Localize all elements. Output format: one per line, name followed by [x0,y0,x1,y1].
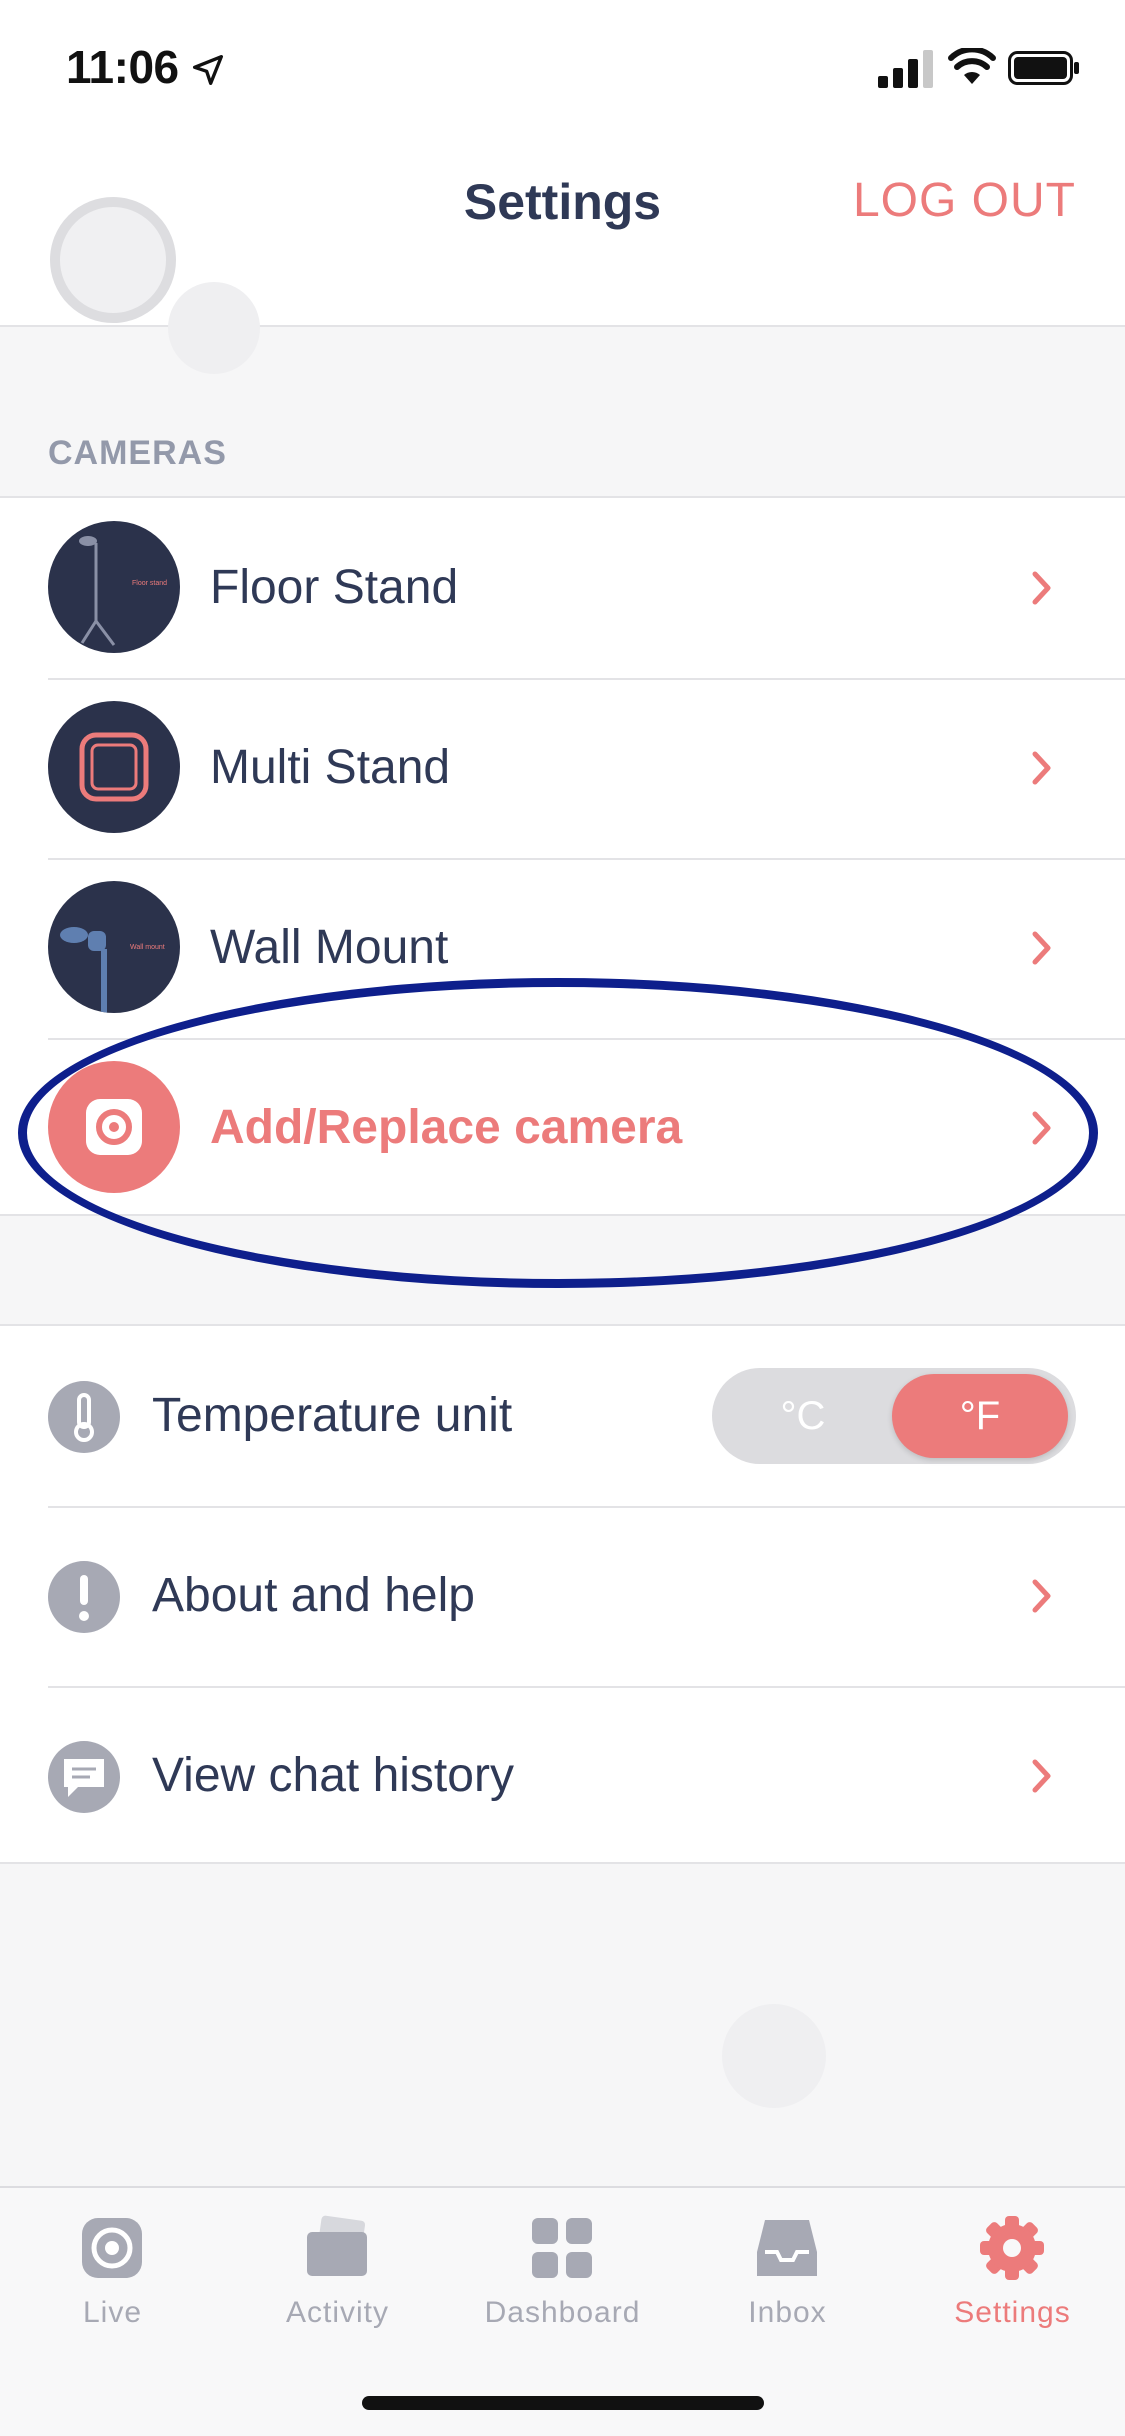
fahrenheit-option[interactable]: °F [892,1374,1068,1458]
tab-settings[interactable]: Settings [900,2188,1125,2368]
multi-stand-thumbnail [48,701,180,833]
celsius-option[interactable]: °C [712,1368,894,1464]
background-decoration [722,2004,826,2108]
tab-dashboard[interactable]: Dashboard [450,2188,675,2368]
tab-activity[interactable]: Activity [225,2188,450,2368]
temperature-unit-row: Temperature unit °C °F [0,1326,1125,1506]
camera-name: Floor Stand [210,561,459,614]
add-replace-camera-label: Add/Replace camera [210,1101,683,1154]
about-help-row[interactable]: About and help [0,1506,1125,1686]
cameras-section-label: CAMERAS [48,434,227,472]
profile-avatar [50,197,176,323]
tab-label: Dashboard [484,2296,641,2329]
camera-lens-icon [82,2218,142,2278]
chevron-right-icon [1032,1759,1051,1793]
tab-label: Settings [954,2296,1071,2329]
camera-row-wall-mount[interactable]: Wall mount Wall Mount [0,858,1125,1038]
about-help-label: About and help [152,1569,475,1622]
chevron-right-icon [1032,931,1051,965]
battery-icon [1008,51,1079,85]
wifi-icon [948,48,996,84]
svg-text:Floor stand: Floor stand [132,580,167,587]
chevron-right-icon [1032,751,1051,785]
dashboard-grid-icon [532,2218,592,2278]
thermometer-icon [48,1381,120,1453]
chevron-right-icon [1032,1111,1051,1145]
status-time: 11:06 [66,41,179,93]
background-decoration [168,282,260,374]
home-indicator [362,2396,764,2410]
camera-row-floor-stand[interactable]: Floor stand Floor Stand [0,498,1125,678]
settings-list: Temperature unit °C °F About and help Vi… [0,1324,1125,1864]
tab-label: Live [82,2296,143,2329]
tab-label: Activity [285,2296,389,2329]
add-replace-camera-row[interactable]: Add/Replace camera [0,1038,1125,1218]
chevron-right-icon [1032,571,1051,605]
cellular-signal-icon [878,50,933,88]
temperature-unit-toggle[interactable]: °C °F [712,1368,1076,1464]
tab-inbox[interactable]: Inbox [675,2188,900,2368]
location-arrow-icon [193,55,223,85]
status-bar: 11:06 [0,0,1125,135]
chat-history-row[interactable]: View chat history [0,1686,1125,1866]
inbox-tray-icon [757,2220,817,2276]
chevron-right-icon [1032,1579,1051,1613]
tab-live[interactable]: Live [0,2188,225,2368]
temperature-unit-label: Temperature unit [152,1389,513,1442]
camera-row-multi-stand[interactable]: Multi Stand [0,678,1125,858]
camera-name: Multi Stand [210,741,451,794]
wall-mount-thumbnail: Wall mount [48,881,180,1013]
camera-add-icon [48,1061,180,1193]
svg-text:Wall mount: Wall mount [130,944,165,951]
tab-label: Inbox [748,2296,827,2329]
gear-icon [980,2216,1044,2280]
cameras-list: Floor stand Floor Stand Multi Stand Wall… [0,496,1125,1216]
exclamation-icon [48,1561,120,1633]
chat-bubble-icon [48,1741,120,1813]
chat-history-label: View chat history [152,1749,514,1802]
camera-name: Wall Mount [210,921,449,974]
activity-cards-icon [307,2215,367,2276]
logout-button[interactable]: LOG OUT [853,173,1076,228]
floor-stand-thumbnail: Floor stand [48,521,180,653]
